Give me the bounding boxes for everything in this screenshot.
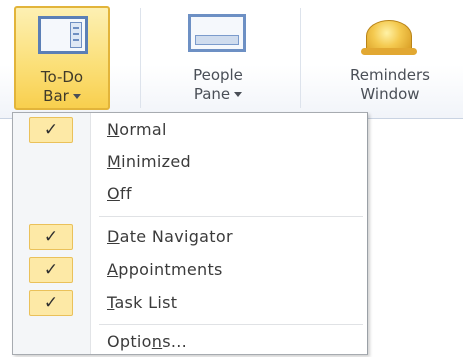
menu-item-label: Minimized [107, 152, 191, 171]
reminders-window-label: Reminders Window [350, 66, 430, 103]
ribbon-layout-group: To-Do Bar People Pane Reminders Window [0, 0, 463, 119]
menu-item-label: Task List [107, 293, 178, 312]
reminders-window-button[interactable]: Reminders Window [320, 6, 460, 110]
todo-bar-dropdown-menu: ✓ Normal Minimized Off ✓ Date Navigator … [12, 112, 368, 355]
menu-separator [99, 216, 363, 217]
menu-item-date-navigator[interactable]: ✓ Date Navigator [13, 222, 367, 252]
menu-item-label: Date Navigator [107, 227, 233, 246]
ribbon-divider [300, 8, 301, 108]
menu-item-task-list[interactable]: ✓ Task List [13, 288, 367, 318]
checkmark-icon: ✓ [29, 290, 73, 316]
chevron-down-icon [234, 92, 243, 97]
ribbon-divider [140, 8, 141, 108]
menu-item-off[interactable]: Off [13, 179, 367, 209]
menu-item-label: Options... [107, 332, 188, 351]
people-pane-button[interactable]: People Pane [166, 6, 270, 110]
todo-bar-label: To-Do Bar [40, 68, 84, 105]
menu-separator [99, 324, 363, 325]
menu-item-label: Off [107, 184, 132, 203]
chevron-down-icon [72, 94, 81, 99]
people-pane-label: People Pane [193, 66, 243, 103]
menu-item-appointments[interactable]: ✓ Appointments [13, 255, 367, 285]
todo-bar-icon [38, 16, 88, 54]
checkmark-icon: ✓ [29, 224, 73, 250]
menu-item-normal[interactable]: ✓ Normal [13, 115, 367, 145]
menu-item-label: Normal [107, 120, 167, 139]
checkmark-icon: ✓ [29, 117, 73, 143]
menu-item-minimized[interactable]: Minimized [13, 147, 367, 177]
checkmark-icon: ✓ [29, 257, 73, 283]
bell-icon [361, 20, 417, 55]
outlook-view-ribbon-dropdown: To-Do Bar People Pane Reminders Window ✓… [0, 0, 463, 357]
menu-item-label: Appointments [107, 260, 223, 279]
todo-bar-button[interactable]: To-Do Bar [14, 6, 110, 110]
people-pane-icon [188, 14, 246, 52]
menu-item-options[interactable]: Options... [13, 327, 367, 357]
